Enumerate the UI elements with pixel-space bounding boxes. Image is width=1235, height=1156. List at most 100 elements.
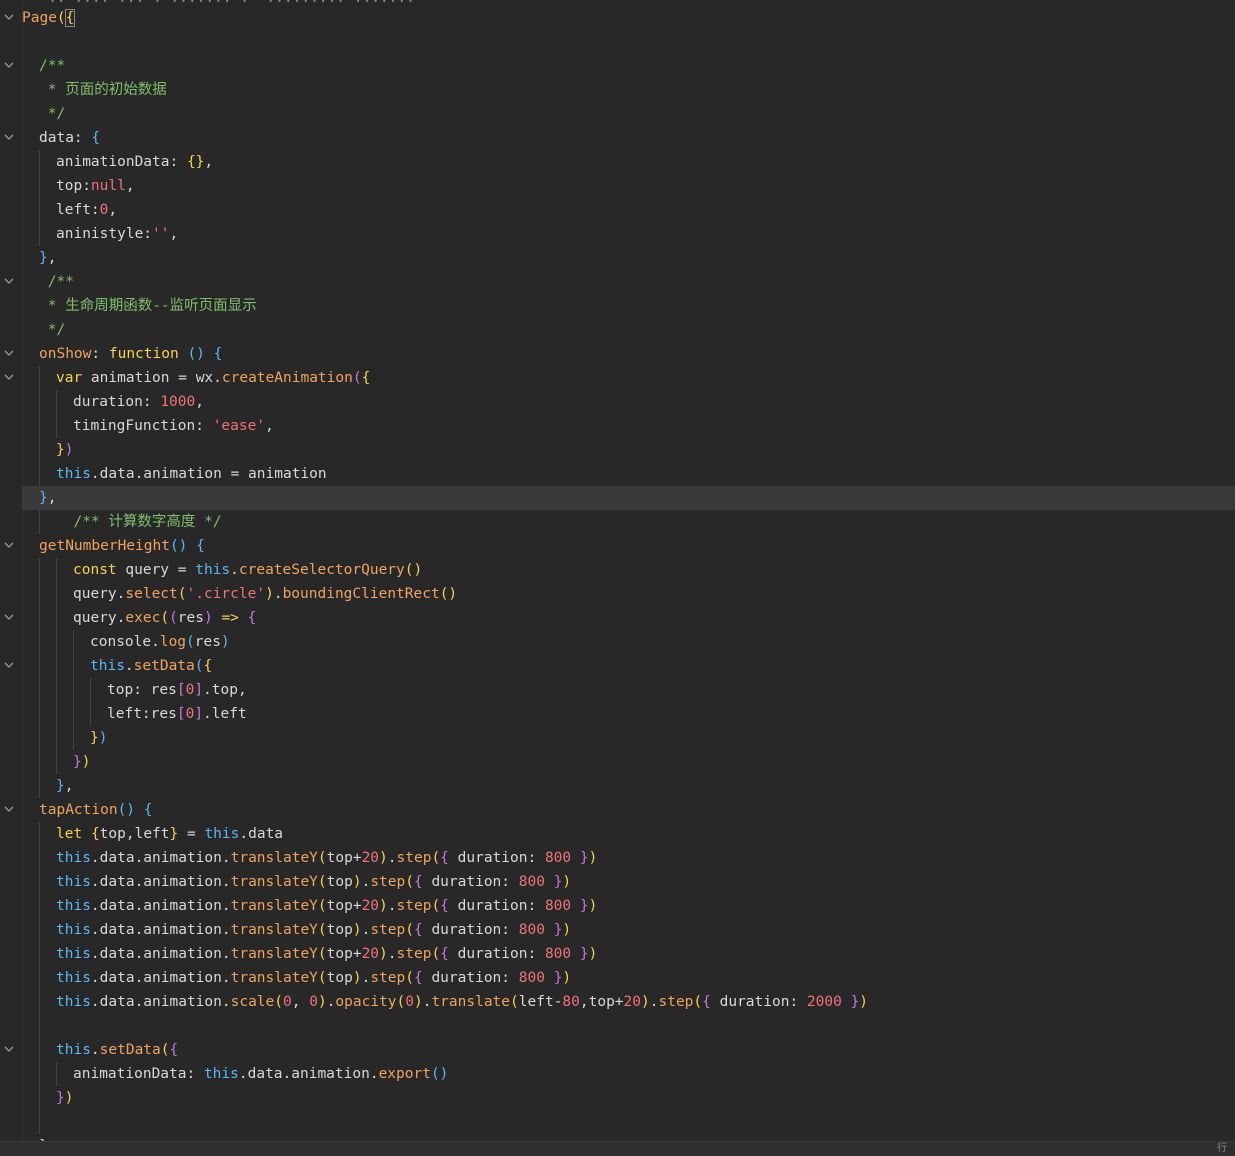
code-line[interactable]: onShow: function () { bbox=[22, 342, 1235, 366]
code-line[interactable]: data: { bbox=[22, 126, 1235, 150]
code-token: this bbox=[203, 1066, 239, 1082]
code-token: . bbox=[387, 850, 397, 866]
chevron-down-icon[interactable] bbox=[4, 349, 14, 359]
code-line[interactable]: this.data.animation.scale(0, 0).opacity(… bbox=[22, 990, 1235, 1014]
chevron-down-icon[interactable] bbox=[4, 133, 14, 143]
chevron-down-icon[interactable] bbox=[4, 61, 14, 71]
code-token: function bbox=[108, 346, 179, 362]
code-token: .data.animation. bbox=[90, 898, 231, 914]
code-line[interactable]: this.data.animation.translateY(top+20).s… bbox=[22, 894, 1235, 918]
chevron-down-icon[interactable] bbox=[4, 661, 14, 671]
code-line[interactable]: query.select('.circle').boundingClientRe… bbox=[22, 582, 1235, 606]
code-token: top+ bbox=[326, 850, 362, 866]
code-token: , bbox=[265, 418, 274, 434]
code-token: .data.animation. bbox=[90, 946, 231, 962]
code-line[interactable]: timingFunction: 'ease', bbox=[22, 414, 1235, 438]
code-token: 0 bbox=[405, 994, 414, 1010]
code-line[interactable]: this.data.animation.translateY(top).step… bbox=[22, 870, 1235, 894]
code-token: duration: bbox=[448, 946, 545, 962]
code-line[interactable]: this.setData({ bbox=[22, 654, 1235, 678]
code-line[interactable] bbox=[22, 1014, 1235, 1038]
chevron-down-icon[interactable] bbox=[4, 805, 14, 815]
code-line[interactable]: */ bbox=[22, 102, 1235, 126]
code-line[interactable]: }, bbox=[22, 486, 1235, 510]
code-line[interactable]: /** 计算数字高度 */ bbox=[22, 510, 1235, 534]
code-line[interactable] bbox=[22, 1110, 1235, 1134]
code-line[interactable]: this.data.animation.translateY(top).step… bbox=[22, 966, 1235, 990]
code-token: left:res bbox=[107, 706, 177, 722]
code-line[interactable]: query.exec((res) => { bbox=[22, 606, 1235, 630]
code-line-content: this.setData({ bbox=[56, 1038, 178, 1062]
chevron-down-icon[interactable] bbox=[4, 613, 14, 623]
code-token: 800 bbox=[518, 922, 545, 938]
code-line[interactable]: getNumberHeight() { bbox=[22, 534, 1235, 558]
code-line[interactable]: }, bbox=[22, 774, 1235, 798]
code-line[interactable]: this.setData({ bbox=[22, 1038, 1235, 1062]
code-area[interactable]: Page({/** * 页面的初始数据 */data: {animationDa… bbox=[22, 6, 1235, 1156]
chevron-down-icon[interactable] bbox=[4, 277, 14, 287]
code-line[interactable]: animationData: this.data.animation.expor… bbox=[22, 1062, 1235, 1086]
code-line[interactable]: left:0, bbox=[22, 198, 1235, 222]
code-line[interactable]: }) bbox=[22, 726, 1235, 750]
code-token: } bbox=[39, 490, 48, 506]
chevron-down-icon[interactable] bbox=[4, 373, 14, 383]
code-line[interactable]: /** bbox=[22, 270, 1235, 294]
code-token: = bbox=[178, 826, 205, 842]
code-token: ( bbox=[431, 850, 441, 866]
code-line[interactable]: let {top,left} = this.data bbox=[22, 822, 1235, 846]
code-token: ) bbox=[64, 1090, 74, 1106]
code-line[interactable]: var animation = wx.createAnimation({ bbox=[22, 366, 1235, 390]
code-line[interactable]: }) bbox=[22, 750, 1235, 774]
code-line[interactable] bbox=[22, 30, 1235, 54]
code-line[interactable]: }, bbox=[22, 246, 1235, 270]
code-line[interactable]: }) bbox=[22, 1086, 1235, 1110]
code-line[interactable]: top:null, bbox=[22, 174, 1235, 198]
status-text: 行 bbox=[1217, 1143, 1227, 1154]
code-token: .data.animation. bbox=[90, 970, 231, 986]
code-line[interactable]: this.data.animation.translateY(top).step… bbox=[22, 918, 1235, 942]
code-line[interactable]: this.data.animation.translateY(top+20).s… bbox=[22, 846, 1235, 870]
code-line[interactable]: duration: 1000, bbox=[22, 390, 1235, 414]
code-token: } bbox=[579, 946, 589, 962]
code-line[interactable]: }) bbox=[22, 438, 1235, 462]
indent-guide bbox=[39, 750, 40, 774]
code-line[interactable]: * 生命周期函数--监听页面显示 bbox=[22, 294, 1235, 318]
code-token: 20 bbox=[361, 946, 380, 962]
indent-guide bbox=[39, 582, 40, 606]
code-token: res bbox=[177, 610, 204, 626]
code-token: 0 bbox=[185, 706, 195, 722]
code-token: scale bbox=[230, 994, 275, 1010]
code-line[interactable]: const query = this.createSelectorQuery() bbox=[22, 558, 1235, 582]
code-line[interactable]: */ bbox=[22, 318, 1235, 342]
code-line[interactable]: tapAction() { bbox=[22, 798, 1235, 822]
code-token: translateY bbox=[230, 922, 318, 938]
chevron-down-icon[interactable] bbox=[4, 13, 14, 23]
code-line-content: query.exec((res) => { bbox=[73, 606, 256, 630]
indent-guide bbox=[39, 630, 40, 654]
code-line[interactable]: console.log(res) bbox=[22, 630, 1235, 654]
indent-guide bbox=[39, 1086, 40, 1110]
code-line[interactable]: aninistyle:'', bbox=[22, 222, 1235, 246]
chevron-down-icon[interactable] bbox=[4, 541, 14, 551]
code-token: ( bbox=[160, 610, 170, 626]
chevron-down-icon[interactable] bbox=[4, 1045, 14, 1055]
code-line[interactable]: * 页面的初始数据 bbox=[22, 78, 1235, 102]
code-token: duration: bbox=[422, 922, 519, 938]
code-line[interactable]: left:res[0].left bbox=[22, 702, 1235, 726]
code-token: } bbox=[56, 1090, 65, 1106]
code-token: this bbox=[56, 466, 91, 482]
code-line[interactable]: this.data.animation = animation bbox=[22, 462, 1235, 486]
code-line[interactable]: this.data.animation.translateY(top+20).s… bbox=[22, 942, 1235, 966]
code-line[interactable]: Page({ bbox=[22, 6, 1235, 30]
code-token: } bbox=[39, 250, 48, 266]
code-editor[interactable]: .. .... ... . ....... . ......... ......… bbox=[0, 0, 1235, 1156]
code-line[interactable]: /** bbox=[22, 54, 1235, 78]
code-line-content: this.data.animation.translateY(top).step… bbox=[56, 870, 571, 894]
code-line[interactable]: animationData: {}, bbox=[22, 150, 1235, 174]
code-token: ) bbox=[352, 874, 362, 890]
code-token: ] bbox=[194, 706, 204, 722]
indent-guide bbox=[56, 726, 57, 750]
code-line[interactable]: top: res[0].top, bbox=[22, 678, 1235, 702]
